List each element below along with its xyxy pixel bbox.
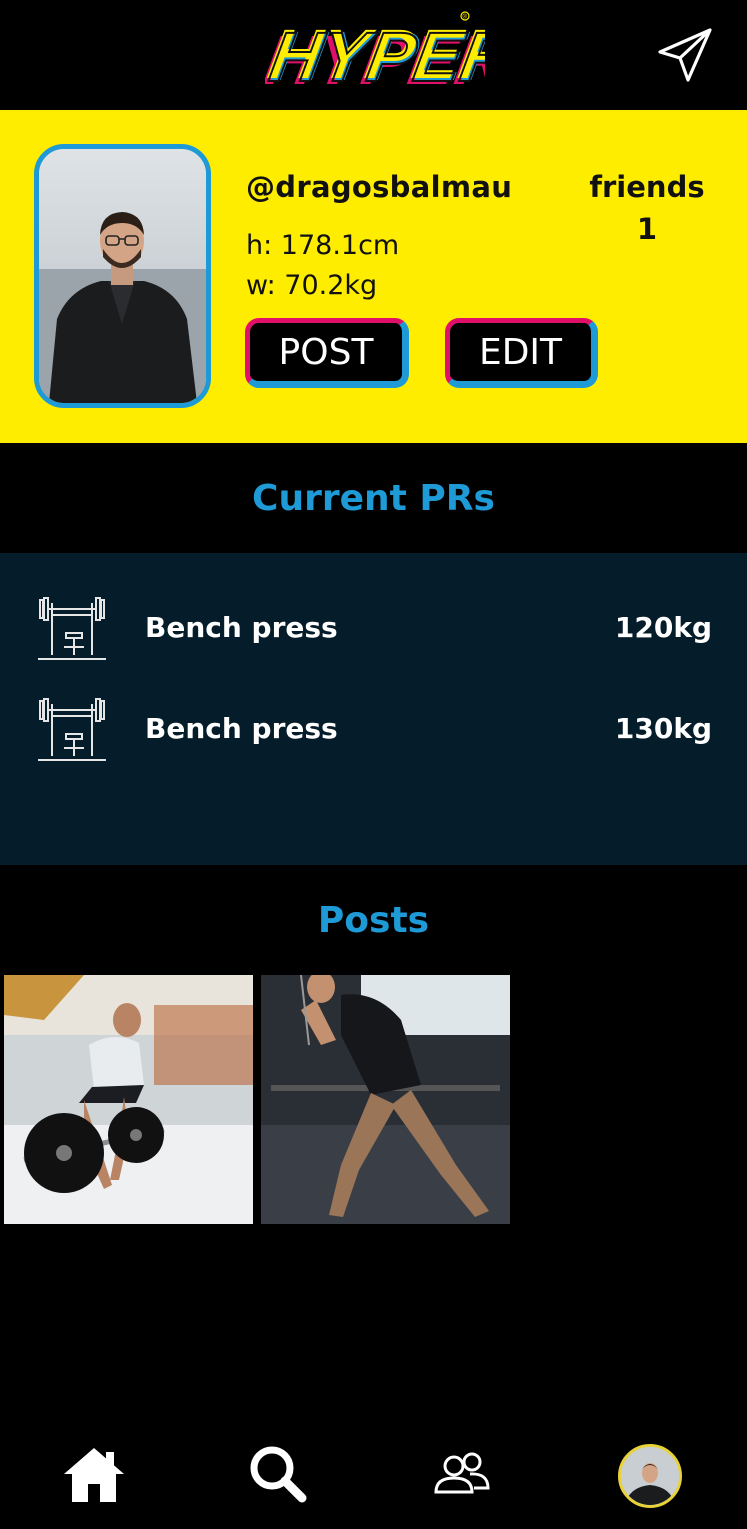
friends-icon [434, 1452, 490, 1494]
cable-exercise-photo [261, 975, 510, 1224]
pr-row[interactable]: Bench press 120kg [0, 593, 747, 663]
prs-panel: Bench press 120kg Bench press 130kg [0, 553, 747, 865]
pr-exercise-name: Bench press [145, 611, 338, 644]
post-thumbnail[interactable] [261, 975, 510, 1224]
weight-stat: w: 70.2kg [246, 270, 378, 301]
post-thumbnail[interactable] [4, 975, 253, 1224]
bottom-navigation [0, 1420, 747, 1529]
deadlift-photo [4, 975, 253, 1224]
svg-text:HYPER: HYPER [265, 17, 485, 95]
profile-photo [34, 144, 211, 408]
bench-press-icon [38, 597, 106, 660]
pr-weight-value: 130kg [614, 712, 712, 745]
friends-count[interactable]: 1 [584, 212, 710, 246]
pr-exercise-name: Bench press [145, 712, 338, 745]
nav-profile-avatar[interactable] [618, 1444, 682, 1508]
bench-press-icon [38, 698, 106, 761]
height-stat: h: 178.1cm [246, 230, 400, 261]
person-photo-illustration [39, 149, 206, 403]
current-prs-title: Current PRs [252, 478, 495, 519]
username: @dragosbalmau [246, 170, 513, 204]
app-header: HYPER HYPER HYPER HYPER ® [0, 0, 747, 110]
edit-profile-button[interactable]: EDIT [445, 318, 598, 388]
avatar [621, 1447, 679, 1505]
post-button[interactable]: POST [245, 318, 409, 388]
pr-weight-value: 120kg [614, 611, 712, 644]
search-icon [250, 1446, 307, 1503]
pr-row[interactable]: Bench press 130kg [0, 694, 747, 764]
home-icon [64, 1448, 124, 1502]
nav-search[interactable] [246, 1442, 310, 1506]
nav-home[interactable] [62, 1442, 126, 1506]
send-message-button[interactable] [656, 26, 716, 84]
friends-label[interactable]: friends [584, 170, 710, 204]
profile-card: @dragosbalmau h: 178.1cm w: 70.2kg frien… [0, 110, 747, 443]
hyper-logo: HYPER HYPER HYPER HYPER ® [265, 11, 485, 99]
svg-text:®: ® [463, 14, 468, 21]
posts-title: Posts [317, 900, 430, 941]
paper-plane-icon [658, 28, 712, 82]
nav-friends[interactable] [430, 1442, 494, 1506]
